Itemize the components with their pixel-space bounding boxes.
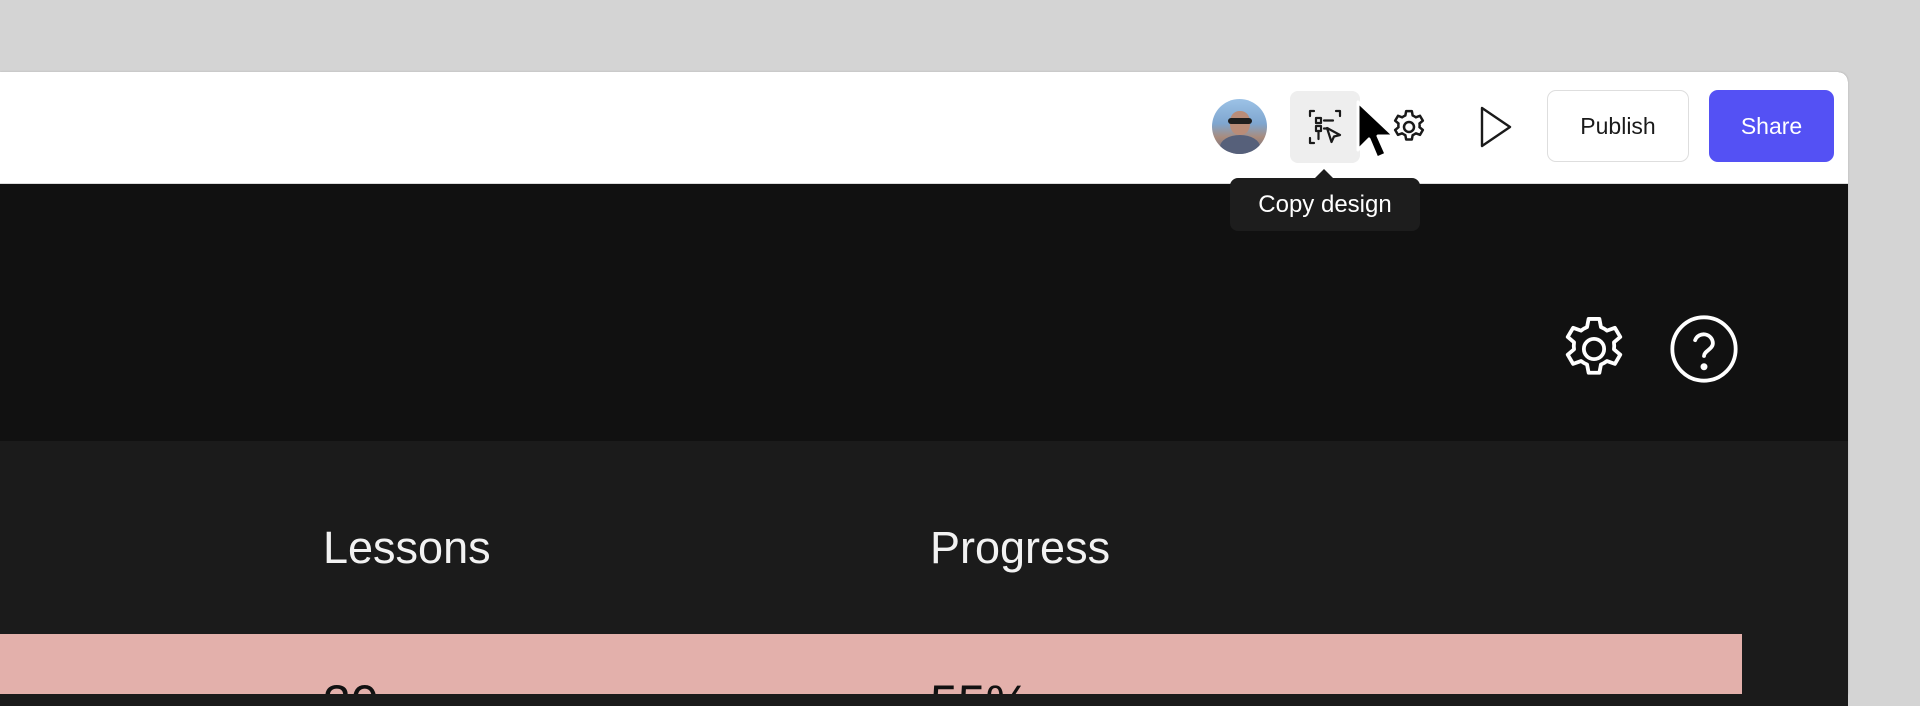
preview-button[interactable] <box>1460 91 1530 163</box>
mouse-cursor-icon <box>1356 100 1396 160</box>
publish-button[interactable]: Publish <box>1547 90 1689 162</box>
table-row[interactable]: 30 55% <box>0 634 1742 694</box>
play-icon <box>1480 106 1512 148</box>
avatar-body <box>1220 135 1260 154</box>
gear-icon <box>1565 317 1623 375</box>
share-button[interactable]: Share <box>1709 90 1834 162</box>
help-icon <box>1670 315 1738 383</box>
user-avatar[interactable] <box>1212 99 1267 154</box>
cell-progress: 55% <box>930 674 1030 694</box>
copy-design-icon <box>1308 109 1342 145</box>
copy-design-tooltip: Copy design <box>1230 169 1420 231</box>
avatar-glasses <box>1228 118 1252 124</box>
header-settings-button[interactable] <box>1555 310 1633 388</box>
cell-lessons: 30 <box>323 674 379 694</box>
column-header-progress: Progress <box>930 522 1111 573</box>
header-help-button[interactable] <box>1665 310 1743 388</box>
column-header-lessons: Lessons <box>323 522 491 573</box>
copy-design-button[interactable] <box>1290 91 1360 163</box>
